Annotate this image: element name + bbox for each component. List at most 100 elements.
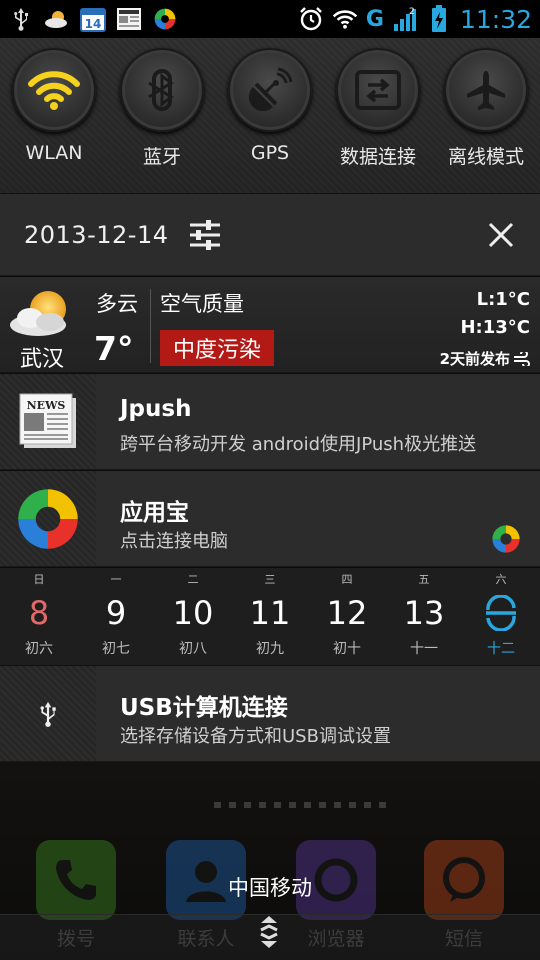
calendar-date	[462, 593, 540, 633]
weather-high-temp: H:13°C	[460, 317, 530, 338]
status-bar: 14 G 2 11:32	[0, 0, 540, 38]
calendar-lunar: 初九	[256, 641, 284, 657]
usb-icon	[8, 6, 34, 32]
week-calendar: 日 8 初六 一 9 初七 二 10 初八 三 11 初九 四 12 初十 五 …	[0, 568, 540, 666]
current-date: 2013-12-14	[24, 220, 169, 249]
notification-icon-box	[0, 666, 96, 761]
notification-title: USB计算机连接	[120, 695, 288, 721]
quick-toggle-data-button[interactable]	[336, 48, 420, 132]
notification-usb[interactable]: USB计算机连接 选择存储设备方式和USB调试设置	[0, 666, 540, 762]
page-dot	[214, 802, 221, 808]
calendar-weekday: 五	[418, 573, 430, 586]
alarm-icon	[298, 6, 324, 32]
calendar-lunar: 十一	[410, 641, 438, 657]
drag-handle-icon[interactable]	[256, 914, 282, 950]
status-bar-notification-icons: 14	[8, 6, 178, 32]
page-dot	[364, 802, 371, 808]
page-dot	[319, 802, 326, 808]
data-connection-icon	[355, 70, 401, 110]
today-marker-icon	[486, 594, 516, 632]
gps-icon	[248, 67, 293, 112]
calendar-weekday: 三	[264, 573, 276, 586]
calendar-weekday: 四	[341, 573, 353, 586]
quick-toggle-airplane[interactable]: 离线模式	[436, 48, 536, 169]
weather-icon	[44, 6, 70, 32]
calendar-date: 9	[105, 594, 127, 632]
wifi-icon	[28, 71, 80, 110]
air-quality-badge: 中度污染	[160, 330, 275, 366]
notification-app-store[interactable]: 应用宝 点击连接电脑	[0, 471, 540, 567]
calendar-day[interactable]: 四 12 初十	[308, 568, 386, 658]
notification-title: Jpush	[120, 396, 192, 422]
sim-slot-label: 2	[409, 7, 415, 17]
page-dot	[289, 802, 296, 808]
calendar-day[interactable]: 三 11 初九	[231, 568, 309, 658]
app-store-icon	[18, 488, 78, 549]
calendar-lunar: 十二	[487, 641, 515, 657]
calendar-lunar: 初七	[102, 641, 130, 657]
close-icon[interactable]	[486, 220, 516, 250]
page-dot	[274, 802, 281, 808]
notification-subtitle: 选择存储设备方式和USB调试设置	[120, 726, 391, 747]
quick-toggle-bluetooth[interactable]: 蓝牙	[112, 48, 212, 169]
weather-published-time: 2天前发布	[440, 348, 530, 369]
calendar-date: 8	[28, 594, 50, 632]
calendar-date: 13	[403, 594, 445, 632]
carrier-label: 中国移动	[228, 876, 312, 900]
page-dot	[229, 802, 236, 808]
calendar-day-today[interactable]: 六 十二	[462, 568, 540, 658]
calendar-lunar: 初六	[25, 641, 53, 657]
calendar-day[interactable]: 日 8 初六	[0, 568, 78, 658]
refresh-icon[interactable]	[512, 351, 530, 366]
quick-toggle-wlan-button[interactable]	[12, 48, 96, 132]
airplane-icon	[467, 71, 505, 110]
calendar-weekday: 二	[187, 573, 199, 586]
quick-toggle-data[interactable]: 数据连接	[328, 48, 428, 169]
home-screen-background: 拨号 联系人 浏览器 短信 中国移动	[0, 762, 540, 960]
weather-low-temp: L:1°C	[476, 289, 530, 310]
calendar-weekday: 日	[33, 573, 45, 586]
app-store-icon	[152, 6, 178, 32]
page-dot	[259, 802, 266, 808]
notification-subtitle: 跨平台移动开发 android使用JPush极光推送	[120, 434, 477, 455]
news-icon: NEWS	[19, 393, 76, 448]
status-bar-system-icons: G 2 11:32	[298, 5, 532, 34]
page-dot	[304, 802, 311, 808]
weather-city: 武汉	[20, 347, 65, 372]
quick-toggle-label: GPS	[250, 142, 290, 164]
calendar-day[interactable]: 一 9 初七	[77, 568, 155, 658]
quick-toggle-label: 蓝牙	[142, 146, 181, 168]
usb-icon	[40, 701, 56, 727]
calendar-day[interactable]: 五 13 十一	[385, 568, 463, 658]
svg-text:NEWS: NEWS	[27, 399, 66, 412]
calendar-date: 11	[249, 594, 291, 632]
quick-toggle-airplane-button[interactable]	[444, 48, 528, 132]
network-type-label: G	[365, 6, 384, 32]
page-dot	[244, 802, 251, 808]
notification-jpush[interactable]: NEWS Jpush 跨平台移动开发 android使用JPush极光推送	[0, 374, 540, 470]
news-icon	[116, 6, 142, 32]
app-store-small-icon	[492, 525, 520, 553]
weather-divider	[150, 289, 151, 363]
quick-settings-panel: WLAN 蓝牙 GPS 数据连接 离线模式	[0, 38, 540, 225]
weather-widget[interactable]: 武汉 多云 7° 空气质量 中度污染 L:1°C H:13°C 2天前发布	[0, 277, 540, 373]
quick-toggle-gps[interactable]: GPS	[220, 48, 320, 164]
calendar-icon: 14	[80, 6, 106, 32]
calendar-icon-day: 14	[85, 17, 102, 31]
quick-toggle-label: WLAN	[25, 142, 83, 164]
status-bar-clock: 11:32	[459, 4, 532, 34]
quick-toggle-gps-button[interactable]	[228, 48, 312, 132]
calendar-day[interactable]: 二 10 初八	[154, 568, 232, 658]
weather-temperature: 7°	[94, 329, 134, 368]
weather-published-text: 2天前发布	[439, 350, 510, 368]
settings-sliders-icon[interactable]	[188, 218, 222, 252]
quick-toggle-wlan[interactable]: WLAN	[4, 48, 104, 164]
wifi-icon	[332, 6, 358, 32]
quick-toggle-label: 离线模式	[447, 146, 524, 168]
quick-toggle-bluetooth-button[interactable]	[120, 48, 204, 132]
notification-icon-box	[0, 471, 96, 566]
air-quality-label: 空气质量	[160, 292, 244, 316]
home-page-indicator	[214, 802, 386, 808]
battery-charging-icon	[430, 5, 448, 32]
page-dot	[379, 802, 386, 808]
